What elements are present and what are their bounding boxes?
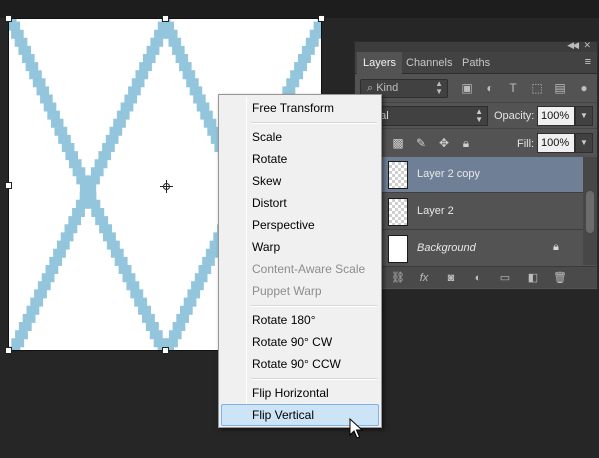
fill-label: Fill: [517, 138, 535, 150]
layers-panel: ◀◀ ✕ Layers Channels Paths ≡ ⌕ Kind ▲ ▼ ▣… [354, 40, 598, 290]
layers-scrollbar[interactable] [583, 157, 597, 265]
layer-lock-icon: 🔒︎ [553, 241, 559, 253]
layer-thumbnail [388, 198, 408, 226]
menu-item-content-aware-scale: Content-Aware Scale [252, 262, 366, 276]
workspace-top-bar [0, 0, 599, 18]
fill-slider-toggle[interactable]: ▼ [575, 133, 593, 153]
link-icon[interactable]: ⛓ [391, 271, 405, 285]
layer-name: Background [417, 242, 476, 254]
opacity-input[interactable]: 100% [537, 106, 575, 126]
transform-context-menu: Free Transform Scale Rotate Skew Distort… [218, 94, 382, 428]
select-arrows-icon: ▲ ▼ [475, 107, 483, 124]
panel-title-bar[interactable]: ◀◀ ✕ [355, 40, 597, 52]
menu-item-warp[interactable]: Warp [221, 236, 379, 258]
menu-item-free-transform[interactable]: Free Transform [221, 97, 379, 119]
trash-icon[interactable]: 🗑︎ [553, 271, 567, 285]
transform-reference-point-icon[interactable] [160, 180, 173, 193]
panel-menu-icon[interactable]: ≡ [585, 57, 591, 68]
layers-panel-footer: ⛓ fx ◙ ◐ ▭ ◧ 🗑︎ [355, 266, 597, 288]
adjustment-filter-icon[interactable]: ◐ [483, 81, 497, 95]
mouse-pointer-icon [349, 418, 363, 439]
transform-handle-bottom-left[interactable] [5, 347, 12, 354]
mask-icon[interactable]: ◙ [444, 271, 458, 285]
folder-icon[interactable]: ▭ [498, 271, 512, 285]
layer-filter-row: ⌕ Kind ▲ ▼ ▣ ◐ T ⬚ ▤ ● [355, 75, 597, 101]
menu-item-distort[interactable]: Distort [221, 192, 379, 214]
pattern-stroke [8, 18, 93, 193]
panel-tab-bar: Layers Channels Paths ≡ [355, 52, 597, 74]
menu-item-rotate[interactable]: Rotate [221, 148, 379, 170]
adjustment-icon[interactable]: ◐ [471, 271, 485, 285]
fx-icon[interactable]: fx [417, 271, 431, 285]
blend-row: mal ▲▼ Opacity: 100% ▼ [355, 102, 597, 126]
filter-kind-label: Kind [376, 82, 399, 94]
transform-handle-top-right[interactable] [318, 15, 325, 22]
layer-name: Layer 2 copy [417, 168, 480, 180]
menu-item-rotate-90-cw[interactable]: Rotate 90° CW [221, 331, 379, 353]
menu-separator [251, 378, 377, 380]
lock-position-icon[interactable]: ✥ [437, 136, 451, 150]
menu-separator [251, 122, 377, 124]
transform-handle-middle-left[interactable] [5, 182, 12, 189]
layer-row-layer-2[interactable]: Layer 2 [355, 194, 583, 230]
search-icon: ⌕ [367, 82, 377, 94]
menu-item-perspective[interactable]: Perspective [221, 214, 379, 236]
menu-separator [251, 305, 377, 307]
new-layer-icon[interactable]: ◧ [526, 271, 540, 285]
lock-image-pixels-icon[interactable]: ✎ [414, 136, 428, 150]
select-arrows-icon: ▲ ▼ [435, 79, 443, 96]
tab-paths[interactable]: Paths [456, 52, 496, 74]
menu-item-puppet-warp: Puppet Warp [252, 284, 322, 298]
scrollbar-thumb[interactable] [586, 191, 594, 233]
opacity-label: Opacity: [494, 110, 535, 122]
lock-all-icon[interactable]: 🔒︎ [459, 136, 473, 150]
pixel-filter-icon[interactable]: ▣ [460, 81, 474, 95]
pattern-stroke [8, 183, 93, 351]
menu-item-scale[interactable]: Scale [221, 126, 379, 148]
smart-object-filter-icon[interactable]: ▤ [553, 81, 567, 95]
shape-filter-icon[interactable]: ⬚ [530, 81, 544, 95]
layers-list: Layer 2 copy Layer 2 Background 🔒︎ [355, 157, 597, 267]
pattern-stroke [83, 18, 171, 193]
menu-item-rotate-180[interactable]: Rotate 180° [221, 309, 379, 331]
layer-row-layer-2-copy[interactable]: Layer 2 copy [355, 157, 583, 193]
menu-item-flip-horizontal[interactable]: Flip Horizontal [221, 382, 379, 404]
transform-handle-bottom-center[interactable] [162, 347, 169, 354]
layer-row-background[interactable]: Background 🔒︎ [355, 231, 583, 267]
lock-transparent-pixels-icon[interactable]: ▩ [391, 136, 405, 150]
menu-item-skew[interactable]: Skew [221, 170, 379, 192]
collapse-panel-icon[interactable]: ◀◀ [567, 40, 579, 51]
type-filter-icon[interactable]: T [506, 81, 520, 95]
menu-item-rotate-90-ccw[interactable]: Rotate 90° CCW [221, 353, 379, 375]
pattern-stroke [83, 183, 171, 351]
fill-input[interactable]: 100% [537, 133, 575, 153]
lock-row: ▩ ✎ ✥ 🔒︎ Fill: 100% ▼ [355, 128, 597, 156]
transform-handle-top-center[interactable] [162, 15, 169, 22]
tab-layers[interactable]: Layers [357, 52, 403, 74]
transform-handle-top-left[interactable] [5, 15, 12, 22]
layer-thumbnail [388, 161, 408, 189]
tab-channels[interactable]: Channels [400, 52, 458, 74]
layer-thumbnail [388, 235, 408, 263]
filter-toggle-icon[interactable]: ● [577, 81, 591, 95]
opacity-slider-toggle[interactable]: ▼ [575, 106, 593, 126]
close-panel-icon[interactable]: ✕ [583, 40, 591, 51]
layer-name: Layer 2 [417, 205, 454, 217]
